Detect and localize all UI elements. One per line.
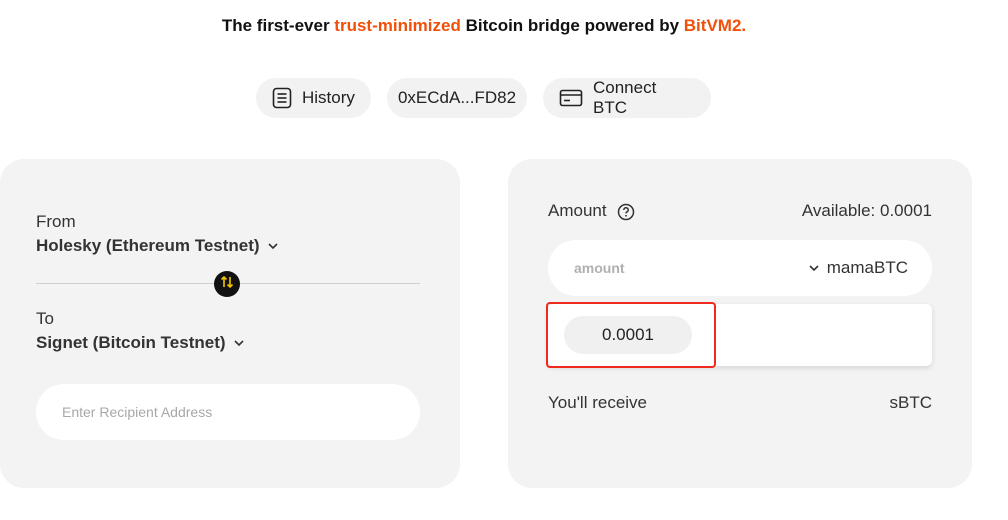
tagline-prefix: The first-ever bbox=[221, 16, 335, 35]
amount-label-row: Amount bbox=[548, 201, 635, 221]
swap-arrows-icon bbox=[220, 275, 234, 294]
history-button[interactable]: History bbox=[256, 78, 371, 118]
wallet-card-icon bbox=[559, 89, 583, 107]
token-label: mamaBTC bbox=[826, 258, 908, 277]
amount-card: Amount Available: 0.0001 mamaBTC 0.0 bbox=[508, 159, 972, 488]
connect-btc-button[interactable]: Connect BTC bbox=[543, 78, 711, 118]
token-select[interactable]: mamaBTC bbox=[809, 258, 908, 278]
bridge-page: The first-ever trust-minimized Bitcoin b… bbox=[0, 0, 1008, 520]
chevron-down-icon bbox=[233, 339, 244, 347]
to-network-label: Signet (Bitcoin Testnet) bbox=[36, 333, 226, 352]
history-list-icon bbox=[272, 87, 292, 109]
wallet-address-button[interactable]: 0xECdA...FD82 bbox=[387, 78, 527, 118]
top-toolbar: History 0xECdA...FD82 Connect BTC bbox=[256, 78, 711, 118]
wallet-address-label: 0xECdA...FD82 bbox=[397, 88, 517, 107]
tagline-middle: Bitcoin bridge powered by bbox=[460, 16, 684, 35]
from-network-select[interactable]: Holesky (Ethereum Testnet) bbox=[36, 236, 278, 256]
amount-field: mamaBTC bbox=[548, 240, 932, 296]
help-circle-icon[interactable] bbox=[617, 203, 635, 221]
amount-input[interactable] bbox=[572, 259, 756, 277]
to-network-select[interactable]: Signet (Bitcoin Testnet) bbox=[36, 333, 244, 353]
recipient-address-field bbox=[36, 384, 420, 440]
chevron-down-icon bbox=[268, 242, 278, 250]
swap-networks-button[interactable] bbox=[214, 271, 240, 297]
recipient-address-input[interactable] bbox=[60, 403, 420, 421]
network-card: From Holesky (Ethereum Testnet) To Signe… bbox=[0, 159, 460, 488]
amount-label: Amount bbox=[548, 201, 607, 220]
tagline: The first-ever trust-minimized Bitcoin b… bbox=[0, 16, 968, 36]
from-network-label: Holesky (Ethereum Testnet) bbox=[36, 236, 260, 255]
highlight-box bbox=[546, 302, 716, 368]
receive-label: You'll receive bbox=[548, 393, 648, 412]
connect-btc-label: Connect BTC bbox=[593, 78, 657, 117]
history-label: History bbox=[302, 88, 355, 107]
to-label: To bbox=[36, 309, 54, 328]
from-label: From bbox=[36, 212, 76, 231]
tagline-brand: BitVM2. bbox=[683, 16, 747, 35]
tagline-highlight: trust-minimized bbox=[334, 16, 461, 35]
available-balance: Available: 0.0001 bbox=[801, 201, 932, 220]
chevron-down-icon bbox=[809, 264, 819, 272]
receive-token: sBTC bbox=[889, 393, 933, 412]
